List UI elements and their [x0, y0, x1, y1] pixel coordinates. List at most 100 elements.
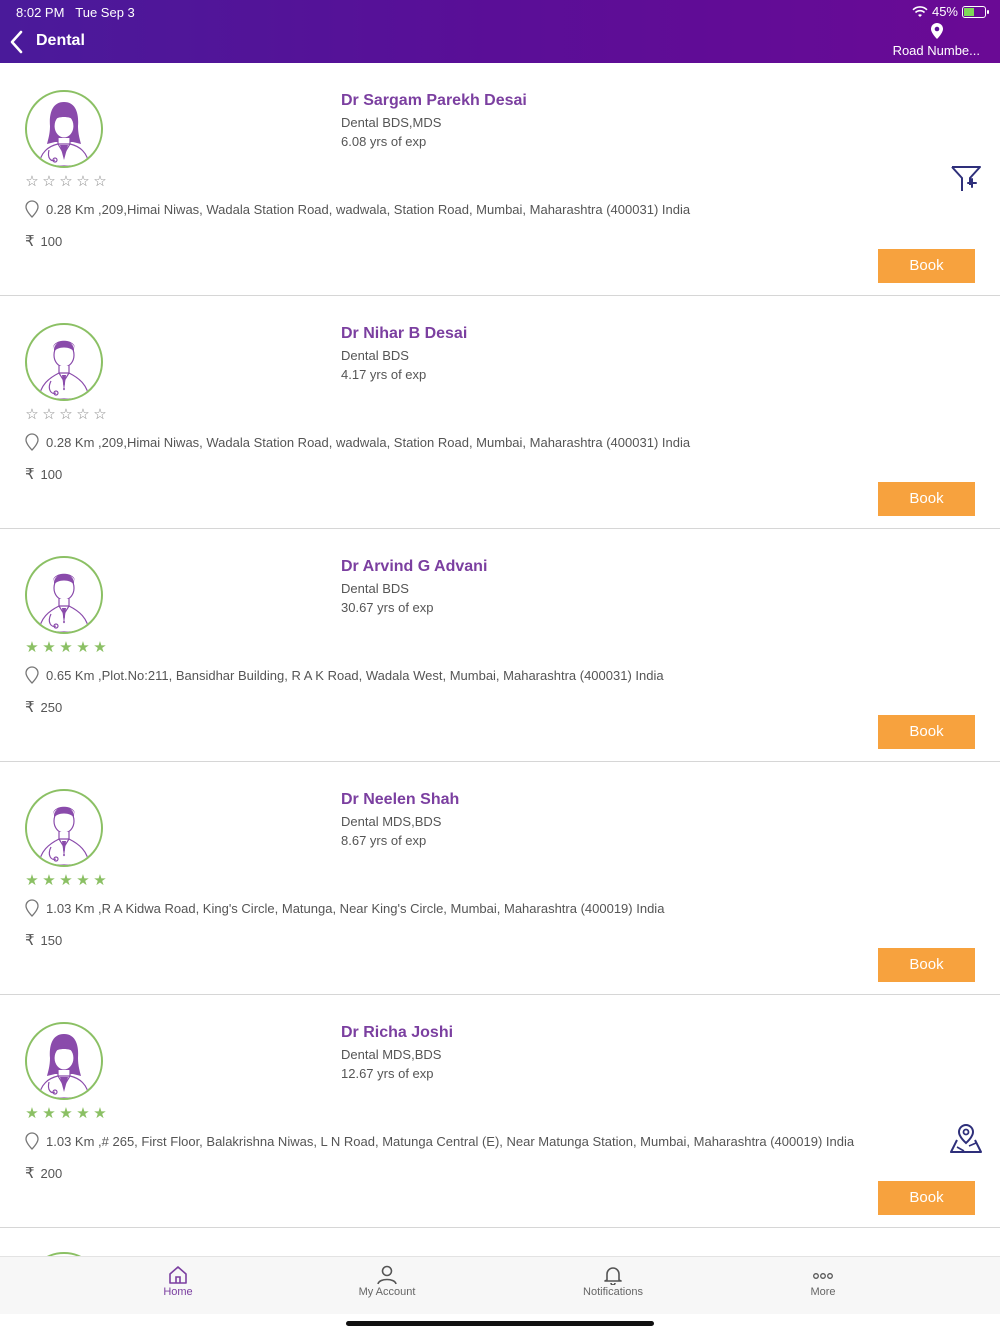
- doctor-card[interactable]: ★ ★ ★ ★ ★ Dr Neelen Shah Dental MDS,BDS 8.67…: [0, 762, 1000, 995]
- consultation-fee: 250: [40, 699, 63, 715]
- status-indicators: 45%: [912, 4, 989, 19]
- star-empty-icon: ☆: [25, 406, 39, 423]
- filter-icon[interactable]: [948, 163, 984, 195]
- rating-stars: ☆ ☆ ☆ ☆ ☆: [25, 174, 107, 190]
- consultation-fee: 200: [40, 1165, 63, 1181]
- back-arrow-icon[interactable]: [6, 28, 28, 56]
- doctor-name[interactable]: Dr Neelen Shah: [341, 791, 459, 809]
- location-marker-icon: [25, 1132, 39, 1150]
- location-label[interactable]: Road Numbe...: [893, 43, 980, 58]
- consultation-fee-row: ₹ 200: [25, 1164, 62, 1182]
- map-view-icon[interactable]: [948, 1123, 984, 1155]
- bell-icon: [604, 1267, 622, 1285]
- rupee-icon: ₹: [25, 699, 35, 716]
- consultation-fee: 100: [40, 233, 63, 249]
- tab-home[interactable]: Home: [118, 1265, 238, 1298]
- tab-more[interactable]: More: [763, 1265, 883, 1298]
- doctor-card[interactable]: ★ ★ ★ ★ ★ Dr Arvind G Advani Dental BDS 30.6…: [0, 529, 1000, 762]
- doctor-name[interactable]: Dr Sargam Parekh Desai: [341, 92, 527, 110]
- doctor-name[interactable]: Dr Richa Joshi: [341, 1024, 453, 1042]
- doctor-address: 0.28 Km ,209,Himai Niwas, Wadala Station…: [46, 434, 691, 450]
- user-icon: [377, 1265, 397, 1285]
- doctor-address: 1.03 Km ,# 265, First Floor, Balakrishna…: [46, 1133, 855, 1149]
- doctor-address-row: 0.65 Km ,Plot.No:211, Bansidhar Building…: [25, 666, 664, 684]
- doctor-address: 1.03 Km ,R A Kidwa Road, King's Circle, …: [46, 900, 665, 916]
- star-filled-icon: ★: [59, 1105, 73, 1122]
- doctor-specialty: Dental MDS,BDS: [341, 814, 442, 829]
- consultation-fee-row: ₹ 100: [25, 232, 62, 250]
- doctor-experience: 12.67 yrs of exp: [341, 1066, 434, 1081]
- doctor-address-row: 0.28 Km ,209,Himai Niwas, Wadala Station…: [25, 200, 690, 218]
- star-filled-icon: ★: [93, 872, 107, 889]
- star-filled-icon: ★: [76, 1105, 90, 1122]
- wifi-icon: [912, 5, 928, 17]
- rating-stars: ☆ ☆ ☆ ☆ ☆: [25, 407, 107, 423]
- star-empty-icon: ☆: [93, 173, 107, 190]
- doctor-avatar: [25, 323, 103, 401]
- star-empty-icon: ☆: [42, 406, 56, 423]
- location-pin-icon[interactable]: [930, 22, 944, 40]
- doctor-specialty: Dental BDS,MDS: [341, 115, 442, 130]
- doctor-card[interactable]: ★ ★ ★ ★ ★ Dr Richa Joshi Dental MDS,BDS 12.6…: [0, 995, 1000, 1228]
- star-filled-icon: ★: [76, 639, 90, 656]
- star-filled-icon: ★: [25, 639, 39, 656]
- doctor-name[interactable]: Dr Nihar B Desai: [341, 325, 467, 343]
- star-filled-icon: ★: [59, 639, 73, 656]
- doctor-address-row: 0.28 Km ,209,Himai Niwas, Wadala Station…: [25, 433, 690, 451]
- location-marker-icon: [25, 666, 39, 684]
- doctor-experience: 8.67 yrs of exp: [341, 833, 427, 848]
- tab-my-account[interactable]: My Account: [327, 1265, 447, 1298]
- book-button[interactable]: Book: [878, 948, 975, 982]
- star-empty-icon: ☆: [25, 173, 39, 190]
- doctor-card[interactable]: ☆ ☆ ☆ ☆ ☆ Dr Sargam Parekh Desai Dental BDS,…: [0, 63, 1000, 296]
- star-filled-icon: ★: [76, 872, 90, 889]
- consultation-fee-row: ₹ 250: [25, 698, 62, 716]
- home-indicator[interactable]: [346, 1321, 654, 1326]
- battery-icon: [962, 5, 989, 18]
- battery-percent: 45%: [931, 4, 958, 19]
- doctor-address: 0.28 Km ,209,Himai Niwas, Wadala Station…: [46, 201, 691, 217]
- doctor-address-row: 1.03 Km ,R A Kidwa Road, King's Circle, …: [25, 899, 664, 917]
- doctor-experience: 6.08 yrs of exp: [341, 134, 427, 149]
- star-empty-icon: ☆: [42, 173, 56, 190]
- book-button[interactable]: Book: [878, 482, 975, 516]
- consultation-fee: 150: [40, 932, 63, 948]
- star-empty-icon: ☆: [93, 406, 107, 423]
- rating-stars: ★ ★ ★ ★ ★: [25, 640, 107, 656]
- star-filled-icon: ★: [42, 639, 56, 656]
- doctor-experience: 4.17 yrs of exp: [341, 367, 427, 382]
- rating-stars: ★ ★ ★ ★ ★: [25, 873, 107, 889]
- consultation-fee-row: ₹ 150: [25, 931, 62, 949]
- star-filled-icon: ★: [93, 639, 107, 656]
- doctor-avatar: [25, 90, 103, 168]
- page-title: Dental: [36, 32, 85, 49]
- tab-my-account-label: My Account: [358, 1286, 416, 1298]
- star-filled-icon: ★: [42, 1105, 56, 1122]
- book-button[interactable]: Book: [878, 1181, 975, 1215]
- star-empty-icon: ☆: [59, 173, 73, 190]
- rating-stars: ★ ★ ★ ★ ★: [25, 1106, 107, 1122]
- doctor-avatar: [25, 556, 103, 634]
- doctor-address-row: 1.03 Km ,# 265, First Floor, Balakrishna…: [25, 1132, 854, 1150]
- star-filled-icon: ★: [42, 872, 56, 889]
- status-time: 8:02 PM Tue Sep 3: [16, 5, 135, 20]
- app-header: 8:02 PM Tue Sep 3 45% Dental Road Numbe.…: [0, 0, 1000, 63]
- star-empty-icon: ☆: [59, 406, 73, 423]
- more-icon: [813, 1273, 833, 1279]
- home-icon: [169, 1266, 187, 1284]
- doctor-specialty: Dental BDS: [341, 581, 409, 596]
- consultation-fee-row: ₹ 100: [25, 465, 62, 483]
- star-empty-icon: ☆: [76, 406, 90, 423]
- doctor-specialty: Dental BDS: [341, 348, 409, 363]
- doctor-address: 0.65 Km ,Plot.No:211, Bansidhar Building…: [46, 667, 664, 683]
- rupee-icon: ₹: [25, 466, 35, 483]
- doctor-card[interactable]: ☆ ☆ ☆ ☆ ☆ Dr Nihar B Desai Dental BDS 4.17 y…: [0, 296, 1000, 529]
- rupee-icon: ₹: [25, 932, 35, 949]
- tab-notifications-label: Notifications: [583, 1286, 643, 1298]
- book-button[interactable]: Book: [878, 249, 975, 283]
- tab-notifications[interactable]: Notifications: [553, 1265, 673, 1298]
- doctor-experience: 30.67 yrs of exp: [341, 600, 434, 615]
- doctor-name[interactable]: Dr Arvind G Advani: [341, 558, 487, 576]
- location-marker-icon: [25, 899, 39, 917]
- book-button[interactable]: Book: [878, 715, 975, 749]
